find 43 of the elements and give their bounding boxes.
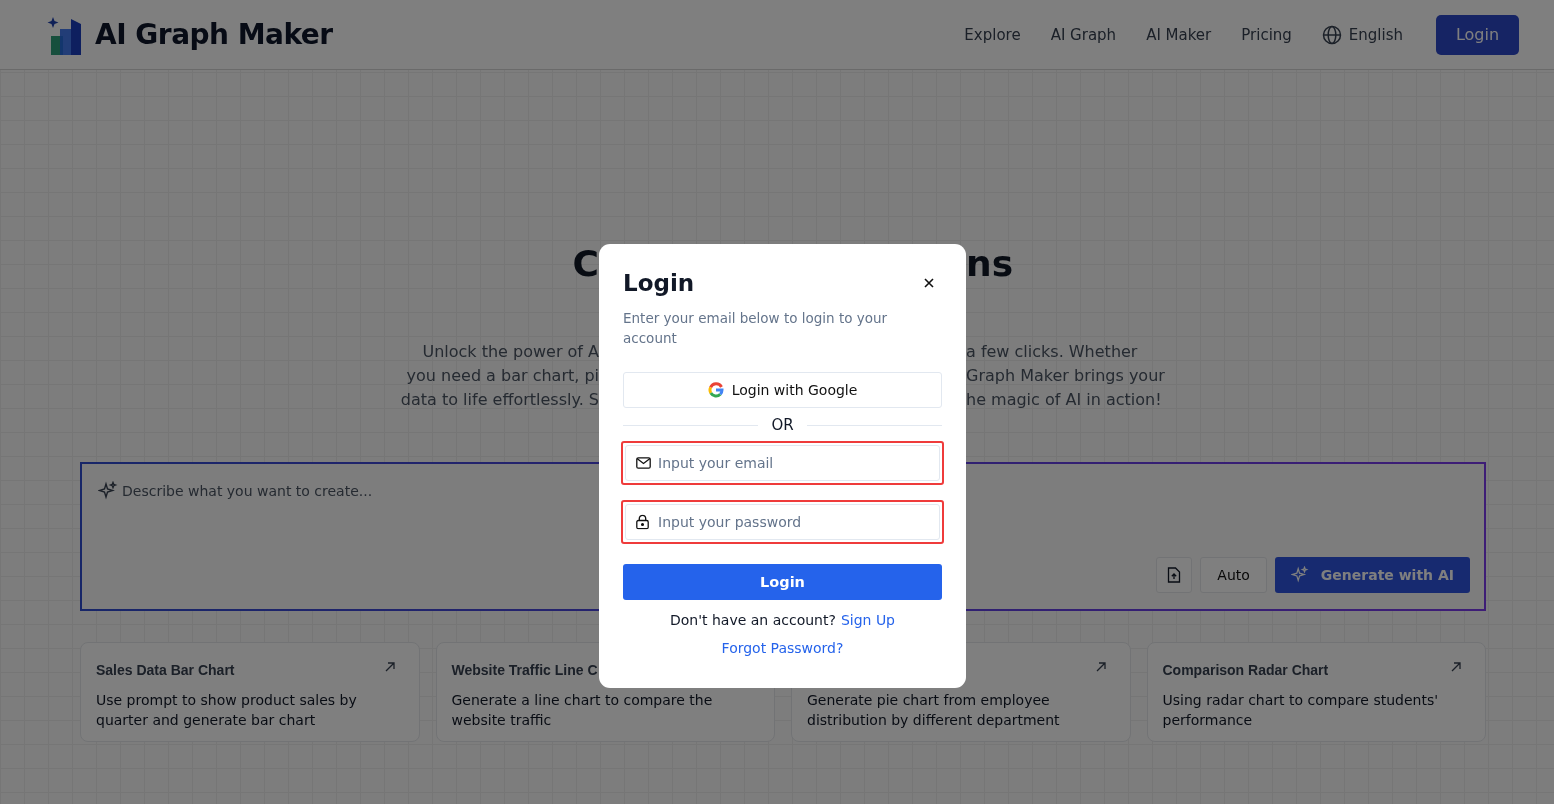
example-card[interactable]: Comparison Radar Chart Using radar chart to compare students' performance <box>1146 642 1486 742</box>
intro-text: a few clicks. Whether <box>966 341 1138 363</box>
hero-title: C <box>572 244 599 284</box>
generate-button[interactable]: Generate with AI <box>1274 557 1470 593</box>
card-text: Use prompt to show product sales by quarter and generate bar chart <box>96 691 358 730</box>
prompt-placeholder: Describe what you want to create... <box>122 483 373 499</box>
intro-text: you need a bar chart, pi <box>406 365 599 387</box>
upload-file-button[interactable] <box>1156 557 1193 593</box>
card-title: Comparison Radar Chart <box>1162 662 1329 678</box>
hero-title: ns <box>966 244 1014 284</box>
email-field[interactable]: Input your email <box>625 445 940 481</box>
nav-link[interactable]: Pricing <box>1241 25 1292 44</box>
dialog-title: Login <box>623 270 695 296</box>
google-icon <box>707 382 724 398</box>
intro-text: Unlock the power of A <box>422 341 599 363</box>
card-text: Generate a line chart to compare the website traffic <box>451 691 714 730</box>
card-text: Generate pie chart from employee distribution by different department <box>807 691 1061 730</box>
google-login-button[interactable]: Login with Google <box>623 372 942 408</box>
nav-link[interactable]: AI Maker <box>1146 25 1212 44</box>
brand-name[interactable]: AI Graph Maker <box>95 18 333 51</box>
close-icon[interactable] <box>924 278 934 288</box>
submit-button[interactable]: Login <box>623 564 942 600</box>
intro-text: data to life effortlessly. S <box>400 389 599 411</box>
card-title: Website Traffic Line C <box>451 662 598 678</box>
signup-link[interactable]: Sign Up <box>840 612 895 628</box>
sparkle-icon <box>1290 566 1309 584</box>
sparkle-icon <box>98 481 118 501</box>
divider-label: OR <box>771 416 794 434</box>
login-button[interactable]: Login <box>1436 14 1519 55</box>
nav-link[interactable]: AI Graph <box>1050 25 1117 44</box>
language-selector[interactable]: English <box>1321 24 1403 45</box>
file-upload-icon <box>1167 567 1182 583</box>
intro-text: he magic of AI in action! <box>966 389 1162 411</box>
nav-link[interactable]: Explore <box>964 25 1021 44</box>
signup-prompt: Don't have an account? <box>669 612 836 628</box>
card-title: Sales Data Bar Chart <box>96 662 235 678</box>
dialog-subtitle: Enter your email below to login to your account <box>623 309 889 348</box>
card-text: Using radar chart to compare students' performance <box>1162 691 1440 730</box>
mode-button[interactable]: Auto <box>1200 557 1267 593</box>
password-field[interactable]: Input your password <box>625 504 940 540</box>
globe-icon <box>1321 24 1342 45</box>
example-card[interactable]: Sales Data Bar Chart Use prompt to show product sales by quarter and generate bar chart <box>80 642 420 742</box>
intro-text: Graph Maker brings your <box>966 365 1165 387</box>
